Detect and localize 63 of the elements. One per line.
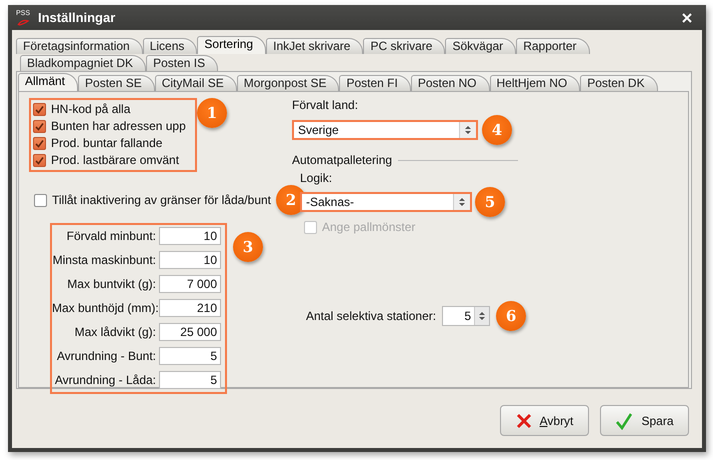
checkbox[interactable]: [33, 120, 46, 132]
spin-arrows-icon: [478, 310, 486, 322]
input-field[interactable]: 10: [159, 227, 221, 245]
tab[interactable]: Allmänt: [18, 73, 78, 91]
tab[interactable]: Morgonpost SE: [236, 75, 340, 91]
field-label: Förvalt land:: [292, 98, 360, 112]
field-label: Avrundning - Bunt:: [56, 349, 156, 363]
number-badge: 3: [233, 232, 263, 262]
tab[interactable]: Företagsinformation: [16, 38, 143, 54]
window-title: Inställningar: [38, 10, 116, 25]
spin-arrows-icon: [458, 196, 466, 208]
tab[interactable]: Posten FI: [339, 75, 411, 91]
field-label: Logik:: [300, 171, 334, 185]
input-field[interactable]: 7 000: [159, 275, 221, 293]
cancel-button[interactable]: Avbryt: [500, 405, 589, 436]
checkbox[interactable]: [33, 102, 46, 116]
number-badge: 1: [197, 98, 227, 128]
number-badge: 5: [475, 187, 505, 217]
tab[interactable]: Sökvägar: [445, 38, 516, 54]
field-label: Max lådvikt (g):: [74, 325, 156, 339]
logic-dropdown[interactable]: -Saknas-: [300, 192, 472, 212]
input-field[interactable]: 10: [159, 251, 221, 269]
field-label: Max bunthöjd (mm):: [52, 301, 156, 315]
checkbox[interactable]: [34, 194, 47, 206]
tab[interactable]: Posten DK: [580, 75, 658, 91]
spin-arrows-icon: [464, 124, 472, 136]
tab[interactable]: PC skrivare: [363, 38, 446, 54]
close-icon[interactable]: [682, 12, 692, 22]
tab[interactable]: Licens: [142, 38, 198, 54]
field-label: Max buntvikt (g):: [66, 277, 156, 291]
cross-icon: [516, 412, 532, 428]
country-dropdown[interactable]: Sverige: [292, 120, 478, 140]
tab[interactable]: Posten NO: [410, 75, 490, 91]
tab[interactable]: Rapporter: [516, 38, 590, 54]
stepper-field[interactable]: 5: [442, 306, 490, 326]
tab[interactable]: Sortering: [197, 36, 266, 54]
checkbox-label: Prod. buntar fallande: [51, 136, 162, 150]
field-label: Minsta maskinbunt:: [52, 253, 156, 267]
field-label: Antal selektiva stationer:: [306, 309, 436, 323]
checkbox-label: Tillåt inaktivering av gränser för låda/bunt: [52, 193, 271, 207]
input-field[interactable]: 5: [159, 371, 221, 389]
tab[interactable]: Bladkompagniet DK: [20, 55, 146, 71]
tab[interactable]: Posten SE: [78, 75, 155, 91]
checkbox[interactable]: [33, 154, 46, 166]
tab[interactable]: CityMail SE: [154, 75, 237, 91]
checkbox-label: Bunten har adressen upp: [51, 119, 186, 133]
input-field[interactable]: 210: [159, 299, 221, 317]
tab[interactable]: Posten IS: [146, 55, 218, 71]
save-button[interactable]: Spara: [600, 405, 689, 436]
input-field[interactable]: 25 000: [159, 323, 221, 341]
number-badge: 4: [482, 115, 512, 145]
tab[interactable]: HeltHjem NO: [490, 75, 580, 91]
field-label: Avrundning - Låda:: [54, 373, 156, 387]
input-field[interactable]: 5: [159, 347, 221, 365]
checkbox-label: Prod. lastbärare omvänt: [51, 153, 180, 167]
checkbox[interactable]: [33, 136, 46, 150]
field-label: Förvald minbunt:: [66, 229, 156, 243]
number-badge: 6: [496, 301, 526, 331]
group-title: Automatpalletering: [292, 153, 392, 167]
tab[interactable]: InkJet skrivare: [266, 38, 364, 54]
checkmark-icon: [615, 412, 634, 430]
checkbox-label: Ange pallmönster: [322, 220, 416, 234]
checkbox-label: HN-kod på alla: [51, 102, 130, 116]
